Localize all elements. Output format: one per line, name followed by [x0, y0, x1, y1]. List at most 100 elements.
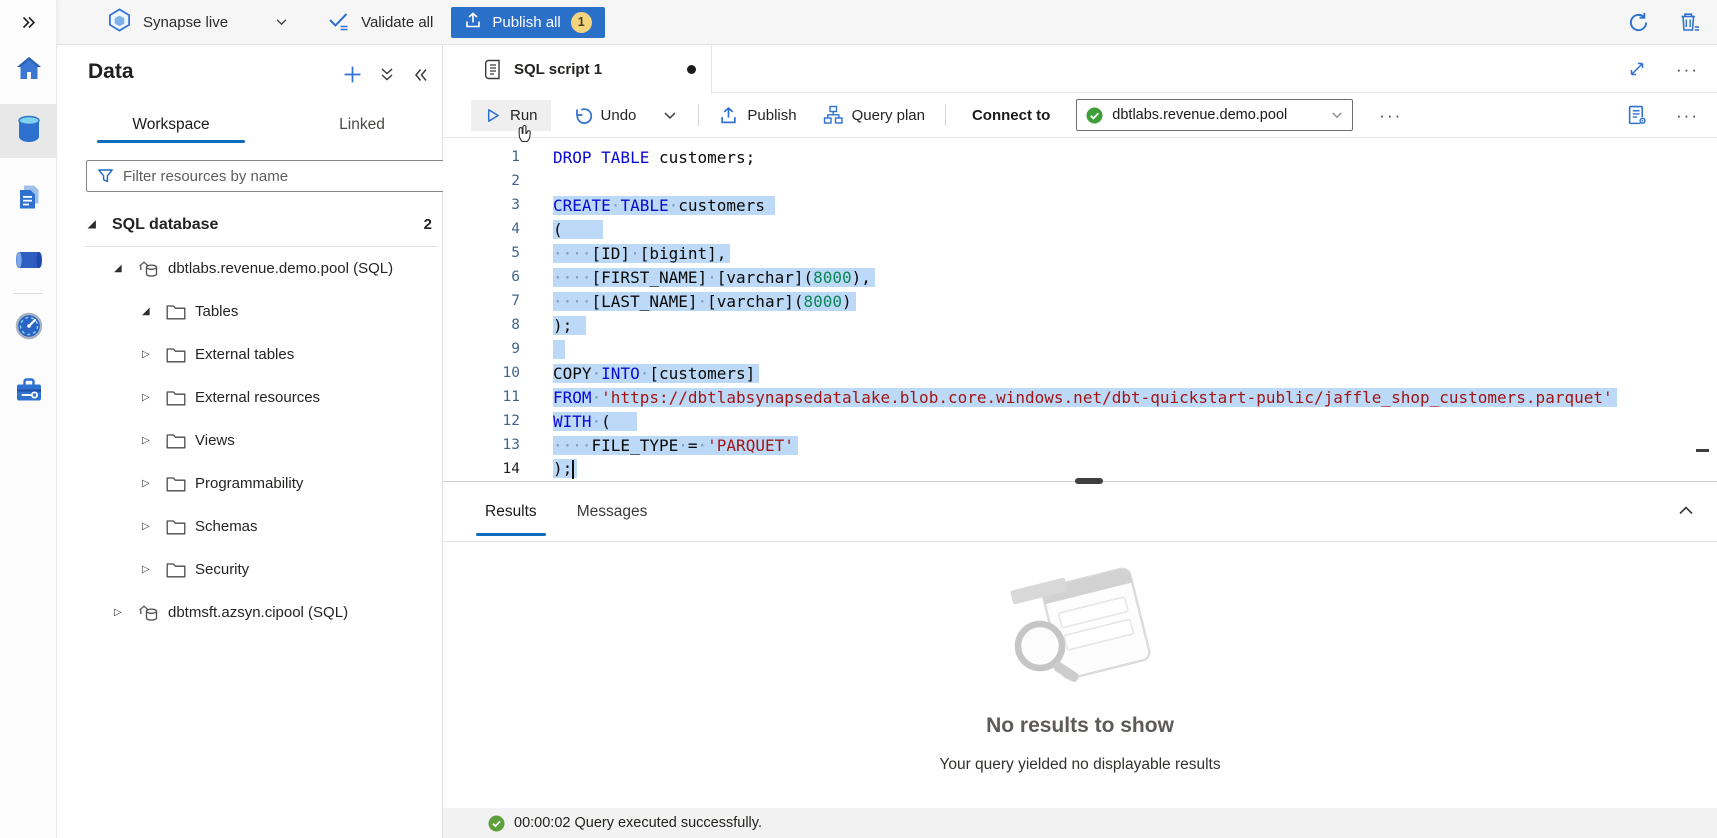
collapse-results-icon[interactable] [1677, 502, 1695, 520]
validate-all-button[interactable]: Validate all [327, 9, 433, 35]
tab-results[interactable]: Results [483, 482, 539, 541]
code-line[interactable]: 8); [443, 313, 1717, 337]
code-line[interactable]: 6····[FIRST_NAME]·[varchar](8000), [443, 265, 1717, 289]
expanded-twisty-icon[interactable]: ◢ [88, 219, 112, 230]
tree-item-label: External tables [195, 346, 294, 363]
code-token: = [688, 436, 698, 455]
nav-develop[interactable] [0, 176, 57, 222]
tab-linked[interactable]: Linked [307, 109, 417, 143]
code-token: DROP TABLE [553, 148, 659, 167]
tree-item-external-tables[interactable]: ▷ External tables [57, 333, 442, 376]
discard-trash-icon[interactable] [1678, 11, 1701, 34]
nav-manage[interactable] [0, 369, 57, 415]
tree-item-external-resources[interactable]: ▷External resources [57, 376, 442, 419]
undo-button[interactable]: Undo [573, 106, 637, 125]
tree-item-tables[interactable]: ◢Tables [57, 290, 442, 333]
validate-all-label: Validate all [361, 14, 433, 31]
sql-code-editor[interactable]: 1DROP TABLE customers;23CREATE·TABLE·cus… [443, 138, 1717, 481]
code-token: CREATE [553, 196, 611, 215]
tab-workspace[interactable]: Workspace [97, 109, 245, 143]
editor-more-button[interactable]: ··· [1676, 107, 1699, 124]
tab-more-button[interactable]: ··· [1676, 61, 1699, 78]
results-splitter-handle[interactable] [1075, 478, 1103, 484]
tree-item-security[interactable]: ▷Security [57, 548, 442, 591]
publish-label: Publish [747, 107, 796, 124]
collapsed-twisty-icon[interactable]: ▷ [142, 349, 166, 360]
chevron-double-down-icon[interactable] [379, 66, 395, 83]
publish-all-button[interactable]: Publish all 1 [451, 7, 604, 38]
tree-item-programmability[interactable]: ▷Programmability [57, 462, 442, 505]
code-token: FROM [553, 388, 592, 407]
code-token: ···· [553, 268, 592, 287]
connect-pool-dropdown[interactable]: dbtlabs.revenue.demo.pool [1076, 99, 1353, 131]
mode-selector[interactable]: Synapse live [107, 7, 228, 37]
play-icon [484, 107, 501, 124]
toolbar-more-button[interactable]: ··· [1379, 107, 1402, 124]
tree-item-label: Schemas [195, 518, 258, 535]
collapsed-twisty-icon[interactable]: ▷ [142, 392, 166, 403]
nav-integrate[interactable] [0, 239, 57, 285]
code-line[interactable]: 7····[LAST_NAME]·[varchar](8000) [443, 289, 1717, 313]
collapsed-twisty-icon[interactable]: ▷ [142, 478, 166, 489]
code-token: ···· [553, 436, 592, 455]
folder-icon [167, 478, 185, 491]
code-line[interactable]: 12WITH·( [443, 409, 1717, 433]
code-line[interactable]: 5····[ID]·[bigint], [443, 241, 1717, 265]
nav-monitor[interactable] [0, 305, 57, 351]
synapse-logo-icon [107, 7, 132, 37]
code-line[interactable]: 11FROM·'https://dbtlabsynapsedatalake.bl… [443, 385, 1717, 409]
collapsed-twisty-icon[interactable]: ▷ [142, 564, 166, 575]
code-line[interactable]: 3CREATE·TABLE·customers [443, 193, 1717, 217]
tree-item-label: dbtlabs.revenue.demo.pool (SQL) [168, 260, 393, 277]
code-line[interactable]: 2 [443, 169, 1717, 193]
publish-count-badge: 1 [571, 12, 592, 33]
line-number: 13 [443, 437, 520, 453]
expanded-twisty-icon[interactable]: ◢ [142, 306, 166, 317]
run-button[interactable]: Run [471, 100, 551, 131]
undo-dropdown-chevron-icon[interactable] [662, 107, 678, 123]
tab-messages[interactable]: Messages [575, 482, 650, 541]
add-resource-button[interactable] [343, 65, 362, 84]
tab-sql-script-1[interactable]: SQL script 1 [443, 45, 712, 94]
query-status-bar: 00:00:02 Query executed successfully. [443, 808, 1717, 838]
tree-item-schemas[interactable]: ▷ Schemas [57, 505, 442, 548]
publish-button[interactable]: Publish [719, 106, 796, 125]
folder-icon [166, 562, 186, 578]
code-line[interactable]: 9 [443, 337, 1717, 361]
expanded-twisty-icon[interactable]: ◢ [114, 263, 138, 274]
nav-data[interactable] [0, 104, 57, 158]
collapsed-twisty-icon[interactable]: ▷ [114, 607, 138, 618]
query-plan-button[interactable]: Query plan [823, 105, 925, 125]
code-token: · [669, 196, 679, 215]
code-token: TABLE [620, 196, 668, 215]
pool-dropdown-chevron-icon [1330, 108, 1344, 122]
code-line[interactable]: 13····FILE_TYPE·=·'PARQUET' [443, 433, 1717, 457]
code-line[interactable]: 1DROP TABLE customers; [443, 145, 1717, 169]
expand-rail-button[interactable] [0, 2, 57, 48]
refresh-icon[interactable] [1627, 11, 1650, 34]
code-token: · [640, 364, 650, 383]
expand-editor-icon[interactable] [1628, 60, 1646, 78]
code-token: COPY [553, 364, 592, 383]
tree-item-dbtlabs-revenue-demo-pool-sql[interactable]: ◢ dbtlabs.revenue.demo.pool (SQL) [57, 247, 442, 290]
code-token: [bigint], [640, 244, 727, 263]
tree-item-label: Views [195, 432, 235, 449]
collapsed-twisty-icon[interactable]: ▷ [142, 435, 166, 446]
code-text: ); [520, 316, 586, 335]
nav-home[interactable] [0, 47, 57, 93]
code-line[interactable]: 4( [443, 217, 1717, 241]
collapse-panel-icon[interactable] [412, 67, 429, 83]
line-number: 2 [443, 173, 520, 189]
tree-item-views[interactable]: ▷ Views [57, 419, 442, 462]
tree-item-sql-database[interactable]: ◢SQL database2 [57, 203, 442, 246]
code-line[interactable]: 10COPY·INTO·[customers] [443, 361, 1717, 385]
code-token: · [592, 388, 602, 407]
filter-input[interactable] [123, 168, 439, 185]
collapsed-twisty-icon[interactable]: ▷ [142, 521, 166, 532]
selection-highlight: CREATE·TABLE·customers [553, 196, 775, 215]
tree-item-dbtmsft-azsyn-cipool-sql[interactable]: ▷dbtmsft.azsyn.cipool (SQL) [57, 591, 442, 634]
code-text [520, 339, 565, 359]
properties-icon[interactable] [1627, 105, 1648, 126]
mode-dropdown-chevron-icon[interactable] [274, 15, 289, 29]
code-token: · [592, 364, 602, 383]
